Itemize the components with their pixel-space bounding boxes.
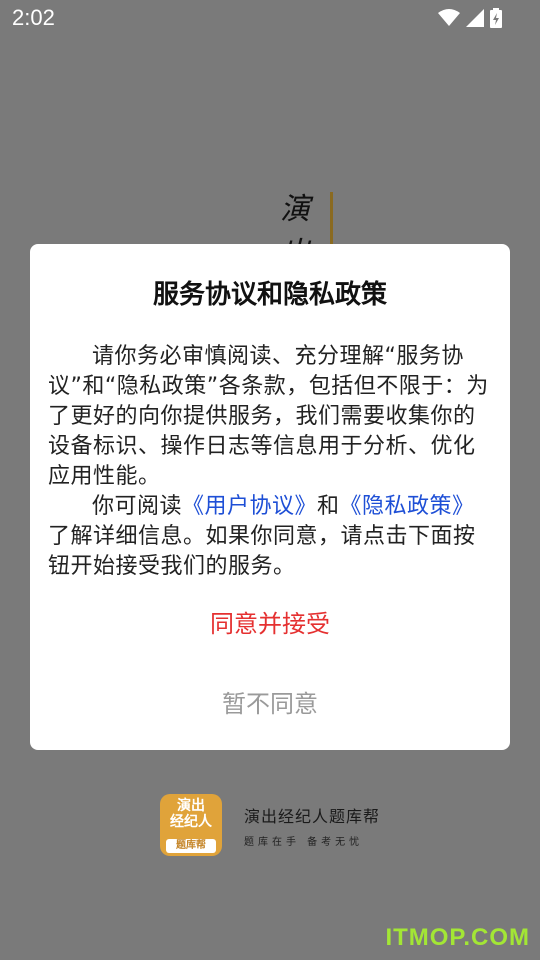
para2-and: 和: [317, 494, 340, 519]
app-logo: 演出 经纪人 题库帮: [160, 794, 222, 856]
dialog-paragraph-2: 你可阅读《用户协议》和《隐私政策》了解详细信息。如果你同意，请点击下面按钮开始接…: [48, 492, 492, 582]
wifi-icon: [438, 9, 460, 27]
privacy-policy-link[interactable]: 《隐私政策》: [340, 494, 475, 519]
status-time: 2:02: [12, 5, 55, 30]
splash-title-char-1: 演: [280, 192, 310, 227]
brand-name: 演出经纪人题库帮: [244, 806, 381, 826]
para2-suffix: 了解详细信息。如果你同意，请点击下面按钮开始接受我们的服务。: [48, 524, 476, 579]
logo-line-1: 演出: [177, 798, 205, 814]
cell-signal-icon: [466, 9, 484, 27]
dialog-title: 服务协议和隐私政策: [152, 280, 387, 310]
user-agreement-link[interactable]: 《用户协议》: [182, 494, 317, 519]
logo-line-3: 题库帮: [166, 839, 216, 853]
logo-line-2: 经纪人: [170, 814, 212, 830]
battery-charging-icon: [490, 8, 502, 28]
status-bar: 2:02: [0, 0, 540, 38]
status-icons: [438, 8, 502, 28]
dialog-body: 请你务必审慎阅读、充分理解“服务协议”和“隐私政策”各条款，包括但不限于：为了更…: [48, 342, 492, 582]
agree-button[interactable]: 同意并接受: [30, 604, 510, 639]
brand: 演出 经纪人 题库帮 演出经纪人题库帮 题库在手 备考无忧: [160, 794, 380, 856]
dialog-paragraph-1: 请你务必审慎阅读、充分理解“服务协议”和“隐私政策”各条款，包括但不限于：为了更…: [48, 344, 489, 489]
brand-text: 演出经纪人题库帮 题库在手 备考无忧: [244, 803, 380, 848]
watermark: ITMOP.COM: [385, 924, 530, 951]
privacy-dialog: 服务协议和隐私政策 请你务必审慎阅读、充分理解“服务协议”和“隐私政策”各条款，…: [30, 244, 510, 750]
brand-tagline: 题库在手 备考无忧: [244, 836, 364, 848]
decline-button[interactable]: 暂不同意: [30, 684, 510, 719]
para2-prefix: 你可阅读: [92, 494, 183, 519]
